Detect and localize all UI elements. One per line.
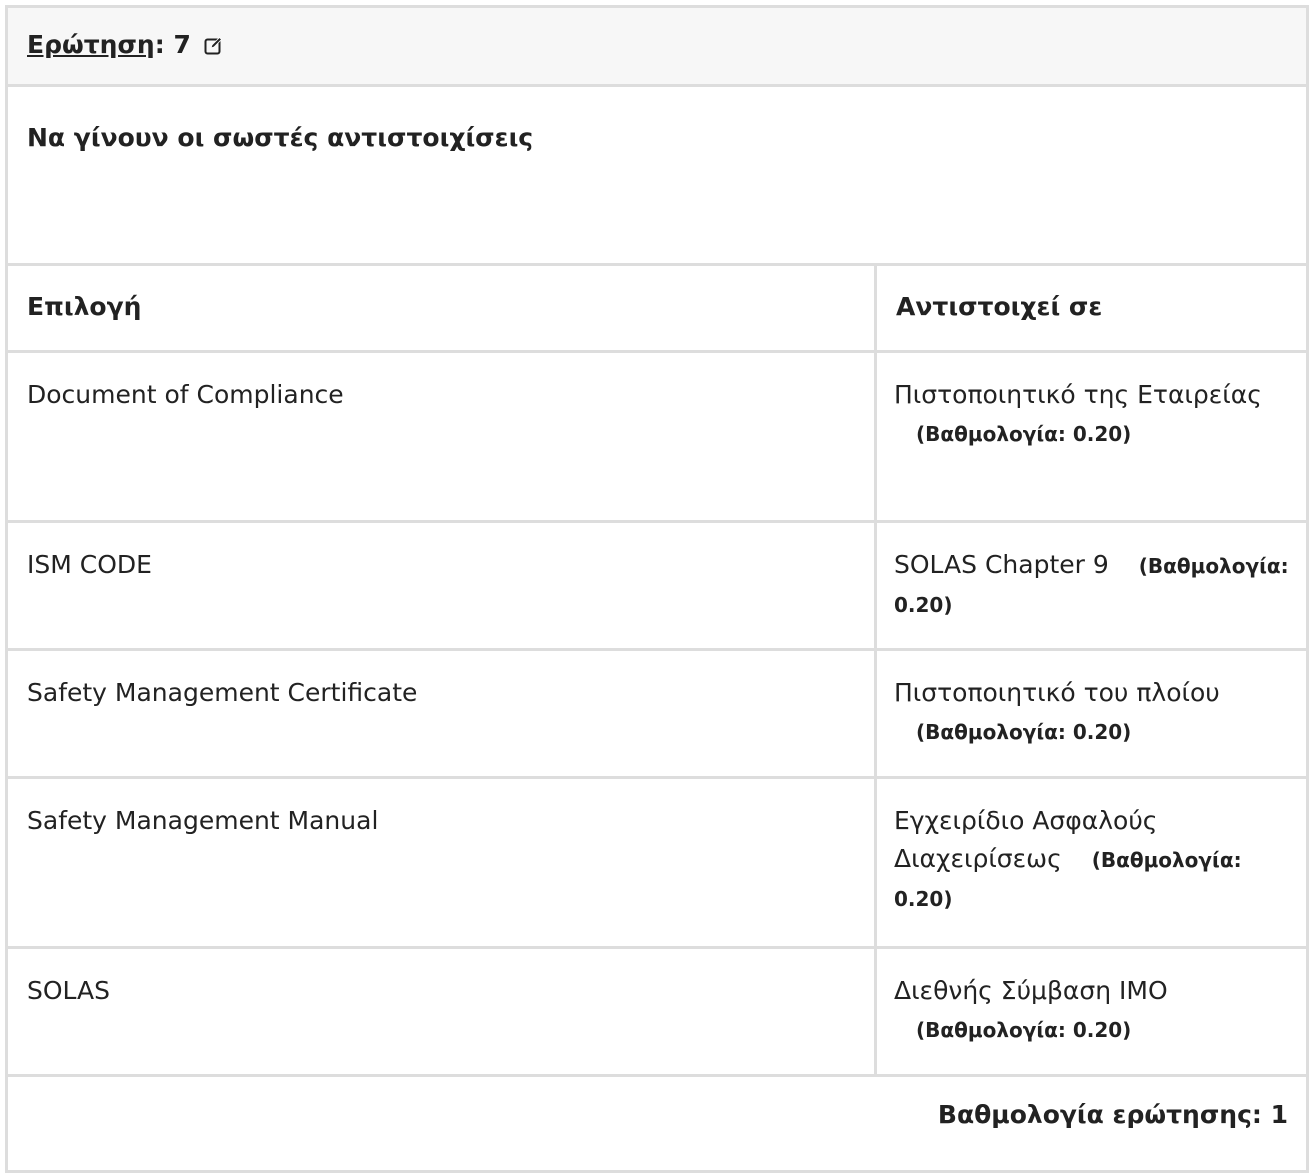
match-value: Πιστοποιητικό του πλοίου xyxy=(894,678,1220,707)
match-cell: Διεθνής Σύμβαση IMO (Βαθμολογία: 0.20) xyxy=(873,946,1309,1077)
match-text: Διεθνής Σύμβαση IMO (Βαθμολογία: 0.20) xyxy=(877,949,1306,1049)
table-header-row: Επιλογή Αντιστοιχεί σε xyxy=(5,263,1309,353)
question-link[interactable]: Ερώτηση xyxy=(27,30,155,59)
match-cell: Πιστοποιητικό του πλοίου (Βαθμολογία: 0.… xyxy=(873,648,1309,779)
option-text: Safety Management Manual xyxy=(27,806,379,835)
edit-icon[interactable] xyxy=(204,32,223,55)
option-text: Document of Compliance xyxy=(27,380,344,409)
match-cell: Πιστοποιητικό της Εταιρείας (Βαθμολογία:… xyxy=(873,350,1309,523)
table-row: Document of Compliance Πιστοποιητικό της… xyxy=(5,350,1309,523)
question-panel: Ερώτηση: 7 Να γίνουν οι σωστές αντιστοιχ… xyxy=(0,0,1309,1173)
question-header-cell: Ερώτηση: 7 xyxy=(4,5,1309,87)
question-table: Ερώτηση: 7 Να γίνουν οι σωστές αντιστοιχ… xyxy=(4,5,1309,1173)
option-cell: SOLAS xyxy=(5,946,877,1077)
column-header-option: Επιλογή xyxy=(5,263,877,353)
table-row: Safety Management Manual Εγχειρίδιο Ασφα… xyxy=(5,776,1309,949)
question-header-row: Ερώτηση: 7 xyxy=(4,5,1309,87)
option-cell: Safety Management Manual xyxy=(5,776,877,949)
option-cell: Safety Management Certificate xyxy=(5,648,877,779)
table-row: SOLAS Διεθνής Σύμβαση IMO (Βαθμολογία: 0… xyxy=(5,946,1309,1077)
match-text: Εγχειρίδιο Ασφαλούς Διαχειρίσεως (Βαθμολ… xyxy=(877,779,1306,918)
table-row: Safety Management Certificate Πιστοποιητ… xyxy=(5,648,1309,779)
question-number: 7 xyxy=(173,30,191,59)
option-text: Safety Management Certificate xyxy=(27,678,418,707)
match-cell: Εγχειρίδιο Ασφαλούς Διαχειρίσεως (Βαθμολ… xyxy=(873,776,1309,949)
match-cell: SOLAS Chapter 9 (Βαθμολογία: 0.20) xyxy=(873,520,1309,651)
question-total-score: Βαθμολογία ερώτησης: 1 xyxy=(937,1100,1289,1129)
row-score: (Βαθμολογία: 0.20) xyxy=(916,422,1132,446)
table-row: ISM CODE SOLAS Chapter 9 (Βαθμολογία: 0.… xyxy=(5,520,1309,651)
option-text: ISM CODE xyxy=(27,550,152,579)
option-cell: Document of Compliance xyxy=(5,350,877,523)
match-value: SOLAS Chapter 9 xyxy=(894,550,1109,579)
row-score: (Βαθμολογία: 0.20) xyxy=(916,720,1132,744)
column-header-match: Αντιστοιχεί σε xyxy=(873,263,1309,353)
question-colon: : xyxy=(154,30,165,59)
match-value: Πιστοποιητικό της Εταιρείας xyxy=(894,380,1262,409)
match-text: Πιστοποιητικό της Εταιρείας (Βαθμολογία:… xyxy=(877,353,1306,453)
question-prompt-row: Να γίνουν οι σωστές αντιστοιχίσεις xyxy=(4,84,1309,266)
question-prompt-cell: Να γίνουν οι σωστές αντιστοιχίσεις xyxy=(4,84,1309,266)
question-footer-cell: Βαθμολογία ερώτησης: 1 xyxy=(4,1074,1309,1173)
match-value: Διεθνής Σύμβαση IMO xyxy=(894,976,1168,1005)
question-footer-row: Βαθμολογία ερώτησης: 1 xyxy=(4,1074,1309,1173)
question-header: Ερώτηση: 7 xyxy=(8,8,1306,59)
match-text: Πιστοποιητικό του πλοίου (Βαθμολογία: 0.… xyxy=(877,651,1306,751)
question-prompt: Να γίνουν οι σωστές αντιστοιχίσεις xyxy=(27,123,534,152)
option-cell: ISM CODE xyxy=(5,520,877,651)
match-text: SOLAS Chapter 9 (Βαθμολογία: 0.20) xyxy=(877,523,1306,624)
row-score: (Βαθμολογία: 0.20) xyxy=(916,1018,1132,1042)
option-text: SOLAS xyxy=(27,976,111,1005)
